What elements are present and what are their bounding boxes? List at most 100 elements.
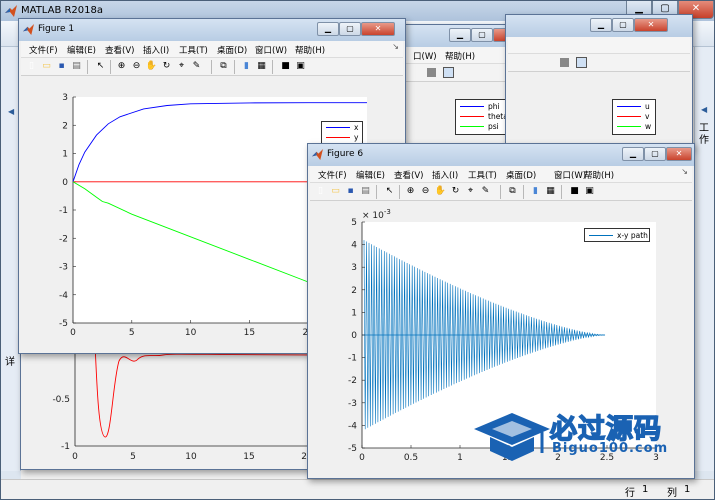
hide-plot-tools-icon[interactable]: ■ xyxy=(568,185,581,198)
zoom-out-icon[interactable]: ⊖ xyxy=(130,60,143,73)
expand-left-icon[interactable]: ◀ xyxy=(8,107,14,116)
toolbar-separator xyxy=(110,60,111,74)
save-icon[interactable]: ▪ xyxy=(55,60,68,73)
hide-plot-tools-icon[interactable]: ■ xyxy=(279,60,292,73)
right-panel-rail[interactable]: ◀ 工作 xyxy=(694,47,714,471)
open-folder-icon[interactable]: ▭ xyxy=(329,185,342,198)
hide-plot-tools-icon[interactable] xyxy=(560,58,569,67)
figure-maximize-button[interactable]: ▢ xyxy=(612,18,634,32)
show-plot-tools-icon[interactable] xyxy=(443,67,454,78)
plot-area: u v w xyxy=(508,73,690,146)
y-tick-label: -1 xyxy=(348,354,357,364)
y-tick-label: -4 xyxy=(348,421,357,431)
legend-icon[interactable]: ▦ xyxy=(255,60,268,73)
main-window-title: MATLAB R2018a xyxy=(21,5,104,16)
figure-minimize-button[interactable]: ▁ xyxy=(317,22,339,36)
y-tick-label: -3 xyxy=(59,263,68,273)
y-tick-label: 2 xyxy=(351,286,357,296)
matlab-figure-icon xyxy=(23,24,34,35)
colorbar-icon[interactable]: ▮ xyxy=(529,185,542,198)
brush-icon[interactable]: ✎ xyxy=(190,60,203,73)
figure-minimize-button[interactable]: ▁ xyxy=(622,147,644,161)
show-plot-tools-icon[interactable] xyxy=(576,57,587,68)
pointer-icon[interactable]: ↖ xyxy=(94,60,107,73)
y-tick-label: -1 xyxy=(61,442,70,452)
new-file-icon[interactable]: ▯ xyxy=(25,60,38,73)
figure-close-button[interactable]: ✕ xyxy=(666,147,692,161)
col-value: 1 xyxy=(684,484,691,495)
menu-edit[interactable]: 编辑(E) xyxy=(67,44,96,56)
toolbar-separator xyxy=(561,185,562,199)
figure-menubar: 文件(F) 编辑(E) 查看(V) 插入(I) 工具(T) 桌面(D) 窗口(W… xyxy=(21,41,403,58)
legend-icon[interactable]: ▦ xyxy=(544,185,557,198)
menu-window[interactable]: 口(W) xyxy=(413,50,437,62)
col-label: 列 xyxy=(667,488,677,499)
menu-view[interactable]: 查看(V) xyxy=(394,169,423,181)
pointer-icon[interactable]: ↖ xyxy=(383,185,396,198)
zoom-out-icon[interactable]: ⊖ xyxy=(419,185,432,198)
link-plot-icon[interactable]: ⧉ xyxy=(506,185,519,198)
brush-icon[interactable]: ✎ xyxy=(479,185,492,198)
open-folder-icon[interactable]: ▭ xyxy=(40,60,53,73)
toolbar-separator xyxy=(211,60,212,74)
menu-desktop[interactable]: 桌面(D) xyxy=(506,169,536,181)
colorbar-icon[interactable]: ▮ xyxy=(240,60,253,73)
link-plot-icon[interactable]: ⧉ xyxy=(217,60,230,73)
menu-overflow-icon[interactable]: ↘ xyxy=(392,42,399,51)
figure-close-button[interactable]: ✕ xyxy=(361,22,395,36)
hide-plot-tools-icon[interactable] xyxy=(427,68,436,77)
menu-tools[interactable]: 工具(T) xyxy=(468,169,497,181)
menu-insert[interactable]: 插入(I) xyxy=(432,169,458,181)
figure-close-button[interactable]: ✕ xyxy=(634,18,668,32)
toolbar-separator xyxy=(234,60,235,74)
legend[interactable]: x-y path xyxy=(584,228,650,242)
save-icon[interactable]: ▪ xyxy=(344,185,357,198)
menu-desktop[interactable]: 桌面(D) xyxy=(217,44,247,56)
zoom-in-icon[interactable]: ⊕ xyxy=(404,185,417,198)
left-panel-label: 详 xyxy=(5,357,15,368)
pan-hand-icon[interactable]: ✋ xyxy=(434,185,447,198)
data-cursor-icon[interactable]: ⌖ xyxy=(175,60,188,73)
new-file-icon[interactable]: ▯ xyxy=(314,185,327,198)
menu-edit[interactable]: 编辑(E) xyxy=(356,169,385,181)
menu-file[interactable]: 文件(F) xyxy=(29,44,58,56)
toolbar-separator xyxy=(500,185,501,199)
x-tick-label: 0.5 xyxy=(404,453,418,463)
legend[interactable]: u v w xyxy=(612,99,656,135)
show-plot-tools-icon[interactable]: ▣ xyxy=(294,60,307,73)
show-plot-tools-icon[interactable]: ▣ xyxy=(583,185,596,198)
figure-maximize-button[interactable]: ▢ xyxy=(339,22,361,36)
menu-help[interactable]: 帮助(H) xyxy=(295,44,325,56)
figure-window-background-2[interactable]: ▁ ▢ ✕ u v w xyxy=(505,14,693,149)
menu-view[interactable]: 查看(V) xyxy=(105,44,134,56)
y-tick-label: 2 xyxy=(62,121,68,131)
menu-insert[interactable]: 插入(I) xyxy=(143,44,169,56)
rotate-3d-icon[interactable]: ↻ xyxy=(449,185,462,198)
x-tick-label: 10 xyxy=(185,452,197,462)
print-icon[interactable]: ▤ xyxy=(359,185,372,198)
print-icon[interactable]: ▤ xyxy=(70,60,83,73)
matlab-figure-icon xyxy=(312,149,323,160)
workspace-panel-label: 工作 xyxy=(699,123,709,146)
menu-help[interactable]: 帮助(H) xyxy=(584,169,614,181)
menu-file[interactable]: 文件(F) xyxy=(318,169,347,181)
pan-hand-icon[interactable]: ✋ xyxy=(145,60,158,73)
figure-title-bar: Figure 6 ▁ ▢ ✕ xyxy=(308,144,694,166)
data-cursor-icon[interactable]: ⌖ xyxy=(464,185,477,198)
menu-help[interactable]: 帮助(H) xyxy=(445,50,475,62)
menu-tools[interactable]: 工具(T) xyxy=(179,44,208,56)
figure-maximize-button[interactable]: ▢ xyxy=(471,28,493,42)
row-label: 行 xyxy=(625,488,635,499)
figure-minimize-button[interactable]: ▁ xyxy=(449,28,471,42)
menu-window[interactable]: 窗口(W) xyxy=(255,44,287,56)
expand-right-icon[interactable]: ◀ xyxy=(701,105,707,114)
figure-minimize-button[interactable]: ▁ xyxy=(590,18,612,32)
zoom-in-icon[interactable]: ⊕ xyxy=(115,60,128,73)
y-tick-label: -1 xyxy=(59,206,68,216)
x-tick-label: 5 xyxy=(129,328,135,338)
figure-maximize-button[interactable]: ▢ xyxy=(644,147,666,161)
legend[interactable]: phi theta psi xyxy=(455,99,511,135)
menu-window[interactable]: 窗口(W) xyxy=(554,169,586,181)
rotate-3d-icon[interactable]: ↻ xyxy=(160,60,173,73)
menu-overflow-icon[interactable]: ↘ xyxy=(681,167,688,176)
